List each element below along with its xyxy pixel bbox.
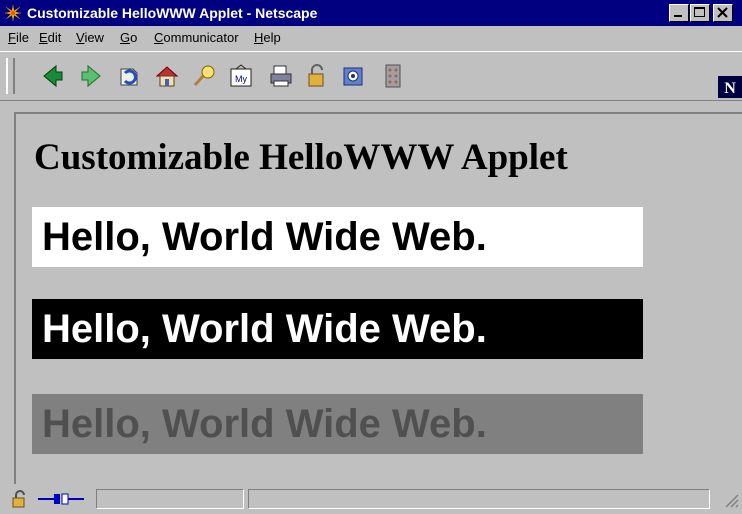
connection-status-icon	[38, 493, 84, 505]
status-bar	[0, 484, 742, 514]
svg-text:N: N	[724, 80, 736, 97]
security-lock-icon[interactable]	[10, 489, 30, 509]
shop-icon[interactable]	[340, 63, 366, 89]
home-icon[interactable]	[154, 63, 180, 89]
progress-panel	[96, 489, 244, 509]
hello-applet-gray: Hello, World Wide Web.	[32, 394, 643, 454]
menu-bar: File Edit View Go Communicator Help	[0, 26, 742, 50]
maximize-icon	[694, 7, 705, 17]
browser-window: Customizable HelloWWW Applet - Netscape …	[0, 0, 742, 514]
status-text-panel	[248, 489, 710, 509]
hello-applet-black: Hello, World Wide Web.	[32, 299, 643, 359]
forward-icon[interactable]	[78, 63, 104, 89]
security-icon[interactable]	[304, 63, 330, 89]
minimize-icon	[674, 15, 682, 17]
page-content: Customizable HelloWWW Applet Hello, Worl…	[14, 112, 742, 484]
maximize-button[interactable]	[690, 4, 710, 22]
resize-grip-icon[interactable]	[718, 489, 740, 509]
toolbar-grip[interactable]	[6, 58, 15, 94]
menu-file[interactable]: File	[8, 30, 29, 45]
back-icon[interactable]	[40, 63, 66, 89]
minimize-button[interactable]	[669, 4, 689, 22]
search-icon[interactable]	[192, 63, 218, 89]
netscape-app-icon	[4, 4, 22, 22]
print-icon[interactable]	[268, 63, 294, 89]
menu-view[interactable]: View	[76, 30, 104, 45]
my-netscape-icon[interactable]: My	[228, 63, 254, 89]
reload-icon[interactable]	[116, 63, 142, 89]
navigation-toolbar: My N	[0, 51, 742, 101]
svg-text:My: My	[235, 74, 247, 84]
menu-communicator[interactable]: Communicator	[154, 30, 239, 45]
stop-icon[interactable]	[380, 63, 406, 89]
menu-edit[interactable]: Edit	[39, 30, 61, 45]
title-bar[interactable]: Customizable HelloWWW Applet - Netscape	[0, 0, 742, 26]
close-button[interactable]	[713, 4, 733, 22]
page-heading: Customizable HelloWWW Applet	[34, 137, 568, 178]
close-icon	[717, 7, 728, 18]
netscape-logo-icon[interactable]: N	[718, 76, 742, 98]
menu-help[interactable]: Help	[254, 30, 281, 45]
window-title: Customizable HelloWWW Applet - Netscape	[27, 5, 318, 21]
menu-go[interactable]: Go	[120, 30, 137, 45]
hello-applet-white: Hello, World Wide Web.	[32, 207, 643, 267]
